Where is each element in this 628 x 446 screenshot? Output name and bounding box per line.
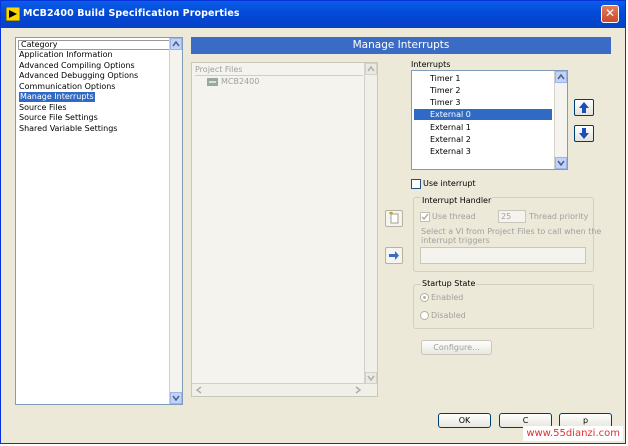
project-root-item[interactable]: MCB2400 — [221, 77, 259, 86]
move-down-button[interactable] — [574, 125, 594, 142]
project-files-hscrollbar[interactable] — [192, 383, 377, 396]
project-files-header: Project Files — [195, 65, 363, 76]
startup-state-group — [413, 284, 594, 329]
scroll-down-button[interactable] — [170, 392, 182, 404]
category-list[interactable]: Category Application Information Advance… — [15, 37, 183, 405]
thread-priority-value: 25 — [501, 212, 512, 221]
chevron-down-icon — [557, 160, 565, 167]
properties-dialog: MCB2400 Build Specification Properties ✕… — [0, 0, 626, 444]
interrupt-item-timer-1[interactable]: Timer 1 — [414, 73, 552, 84]
interrupt-handler-title: Interrupt Handler — [421, 196, 493, 205]
configure-button[interactable]: Configure... — [421, 340, 492, 355]
disabled-radio[interactable] — [420, 311, 429, 320]
arrow-right-icon — [389, 251, 399, 260]
use-thread-label: Use thread — [432, 212, 476, 221]
use-thread-checkbox[interactable] — [420, 212, 430, 222]
thread-priority-label: Thread priority — [529, 212, 589, 221]
category-item-source-file-settings[interactable]: Source File Settings — [19, 113, 98, 123]
labview-app-icon — [6, 7, 20, 21]
add-document-icon — [389, 211, 399, 224]
project-files-tree[interactable]: Project Files MCB2400 — [191, 62, 378, 397]
category-item-shared-variable-settings[interactable]: Shared Variable Settings — [19, 124, 117, 134]
use-interrupt-label: Use interrupt — [423, 179, 476, 188]
interrupt-item-external-2[interactable]: External 2 — [414, 134, 552, 145]
category-item-source-files[interactable]: Source Files — [19, 103, 67, 113]
interrupt-item-external-3[interactable]: External 3 — [414, 146, 552, 157]
handler-help-text-line1: Select a VI from Project Files to call w… — [421, 227, 602, 236]
target-icon — [207, 78, 218, 86]
interrupts-scrollbar[interactable] — [554, 71, 567, 169]
interrupt-item-timer-2[interactable]: Timer 2 — [414, 85, 552, 96]
interrupts-label: Interrupts — [411, 60, 451, 69]
move-up-button[interactable] — [574, 99, 594, 116]
category-item-manage-interrupts[interactable]: Manage Interrupts — [19, 92, 95, 102]
window-title: MCB2400 Build Specification Properties — [23, 8, 240, 19]
watermark: www.55dianzi.com — [523, 426, 623, 441]
chevron-down-icon — [367, 375, 375, 382]
chevron-left-icon — [195, 386, 202, 394]
checkmark-icon — [421, 213, 429, 221]
interrupt-item-external-0[interactable]: External 0 — [414, 109, 552, 120]
category-scrollbar[interactable] — [169, 38, 182, 404]
vi-path-field[interactable] — [420, 247, 586, 264]
arrow-down-icon — [579, 128, 589, 139]
chevron-up-icon — [557, 73, 565, 80]
chevron-up-icon — [367, 65, 375, 72]
category-item-advanced-debugging-options[interactable]: Advanced Debugging Options — [19, 71, 138, 81]
category-header: Category — [18, 40, 170, 50]
page-banner: Manage Interrupts — [191, 37, 611, 54]
enabled-radio[interactable] — [420, 293, 429, 302]
chevron-up-icon — [172, 40, 180, 47]
interrupt-item-timer-3[interactable]: Timer 3 — [414, 97, 552, 108]
scroll-up-button[interactable] — [170, 38, 182, 50]
enabled-radio-label: Enabled — [431, 293, 464, 302]
project-files-vscrollbar[interactable] — [364, 63, 377, 384]
assign-vi-button[interactable] — [385, 247, 403, 264]
startup-state-title: Startup State — [421, 279, 477, 288]
interrupts-list[interactable]: Timer 1 Timer 2 Timer 3 External 0 Exter… — [411, 70, 568, 170]
thread-priority-field[interactable]: 25 — [498, 210, 526, 223]
category-item-advanced-compiling-options[interactable]: Advanced Compiling Options — [19, 61, 135, 71]
close-button[interactable]: ✕ — [601, 5, 619, 23]
handler-help-text-line2: interrupt triggers — [421, 236, 490, 245]
use-interrupt-checkbox[interactable] — [411, 179, 421, 189]
chevron-down-icon — [172, 395, 180, 402]
add-vi-button[interactable] — [385, 210, 403, 227]
category-item-communication-options[interactable]: Communication Options — [19, 82, 115, 92]
arrow-up-icon — [579, 102, 589, 113]
ok-button[interactable]: OK — [438, 413, 491, 428]
interrupts-scroll-down-button[interactable] — [555, 157, 567, 169]
tree-scroll-up-button[interactable] — [365, 63, 377, 75]
title-bar[interactable]: MCB2400 Build Specification Properties ✕ — [1, 1, 625, 28]
disabled-radio-label: Disabled — [431, 311, 466, 320]
category-item-application-information[interactable]: Application Information — [19, 50, 113, 60]
chevron-right-icon — [355, 386, 362, 394]
interrupts-scroll-up-button[interactable] — [555, 71, 567, 83]
interrupt-item-external-1[interactable]: External 1 — [414, 122, 552, 133]
